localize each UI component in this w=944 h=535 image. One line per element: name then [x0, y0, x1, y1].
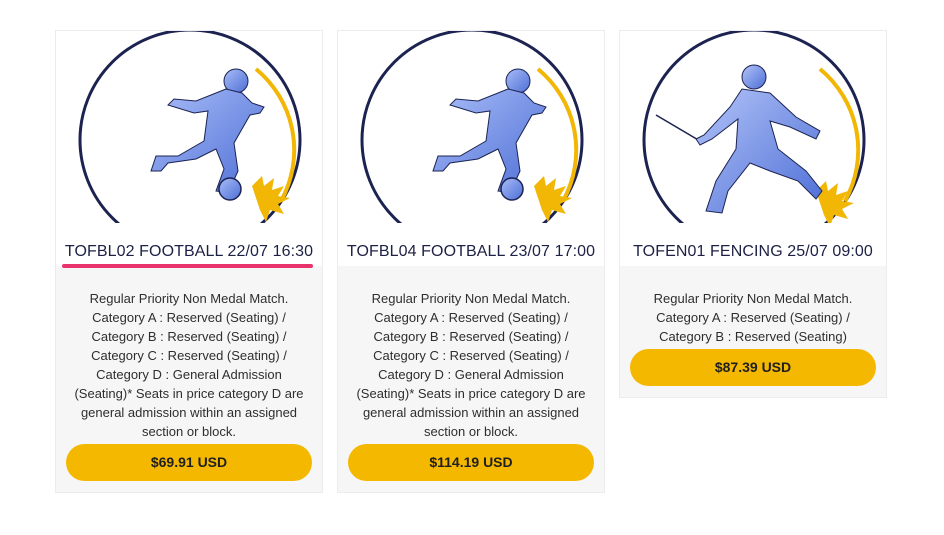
- football-player-icon: [338, 31, 604, 242]
- event-title[interactable]: TOFBL02 FOOTBALL 22/07 16:30: [56, 242, 322, 268]
- event-title-text[interactable]: TOFEN01 FENCING 25/07 09:00: [633, 243, 873, 260]
- sport-image: [56, 31, 322, 242]
- event-title[interactable]: TOFBL04 FOOTBALL 23/07 17:00: [338, 242, 604, 266]
- fencer-icon: [620, 31, 886, 242]
- price-button[interactable]: $69.91 USD: [66, 444, 312, 481]
- event-title-text[interactable]: TOFBL04 FOOTBALL 23/07 17:00: [347, 243, 595, 260]
- price-button[interactable]: $114.19 USD: [348, 444, 594, 481]
- sport-image: [620, 31, 886, 242]
- event-description: Regular Priority Non Medal Match. Catego…: [74, 291, 304, 439]
- event-title-text[interactable]: TOFBL02 FOOTBALL 22/07 16:30: [65, 243, 313, 260]
- event-card[interactable]: TOFBL02 FOOTBALL 22/07 16:30 Regular Pri…: [55, 30, 323, 493]
- sport-image: [338, 31, 604, 242]
- price-button[interactable]: $87.39 USD: [630, 349, 876, 386]
- event-card[interactable]: TOFEN01 FENCING 25/07 09:00 Regular Prio…: [619, 30, 887, 398]
- event-description: Regular Priority Non Medal Match. Catego…: [653, 291, 853, 344]
- hover-underline: [62, 264, 313, 268]
- event-description: Regular Priority Non Medal Match. Catego…: [356, 291, 586, 439]
- event-card[interactable]: TOFBL04 FOOTBALL 23/07 17:00 Regular Pri…: [337, 30, 605, 493]
- football-player-icon: [56, 31, 322, 242]
- event-title[interactable]: TOFEN01 FENCING 25/07 09:00: [620, 242, 886, 266]
